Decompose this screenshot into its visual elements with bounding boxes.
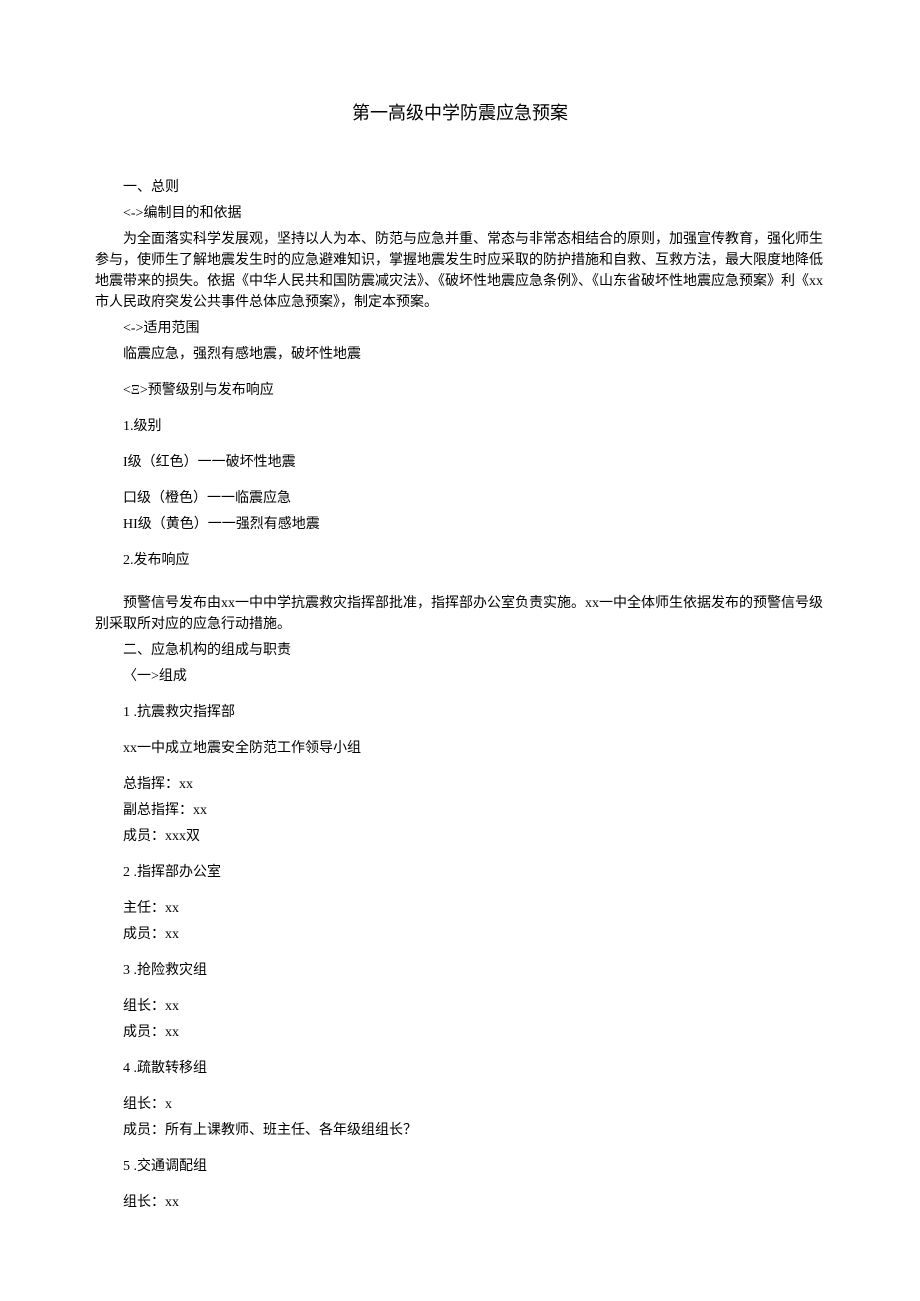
body-paragraph: 临震应急，强烈有感地震，破坏性地震 (95, 344, 825, 365)
body-paragraph: xx一中成立地震安全防范工作领导小组 (95, 738, 825, 759)
list-heading: 2.发布响应 (95, 550, 825, 571)
body-paragraph: 为全面落实科学发展观，坚持以人为本、防范与应急并重、常态与非常态相结合的原则，加… (95, 229, 825, 313)
list-item: 口级（橙色）一一临震应急 (95, 488, 825, 509)
personnel-line: 成员：xx (95, 1022, 825, 1043)
document-page: 第一高级中学防震应急预案 一、总则 <->编制目的和依据 为全面落实科学发展观，… (0, 0, 920, 1301)
subsection-heading: <->适用范围 (95, 318, 825, 339)
personnel-line: 成员：xx (95, 924, 825, 945)
personnel-line: 成员：xxx双 (95, 826, 825, 847)
page-title: 第一高级中学防震应急预案 (95, 100, 825, 127)
personnel-line: 副总指挥：xx (95, 800, 825, 821)
group-title: 3 .抢险救灾组 (95, 960, 825, 981)
list-item: I级（红色）一一破坏性地震 (95, 452, 825, 473)
group-title: 2 .指挥部办公室 (95, 862, 825, 883)
personnel-line: 成员：所有上课教师、班主任、各年级组组长？ (95, 1120, 825, 1141)
subsection-heading: 〈一>组成 (95, 666, 825, 687)
list-heading: 1.级别 (95, 416, 825, 437)
body-paragraph: 预警信号发布由xx一中中学抗震救灾指挥部批准，指挥部办公室负责实施。xx一中全体… (95, 593, 825, 635)
group-title: 4 .疏散转移组 (95, 1058, 825, 1079)
personnel-line: 组长：x (95, 1094, 825, 1115)
personnel-line: 组长：xx (95, 996, 825, 1017)
subsection-heading: <->编制目的和依据 (95, 203, 825, 224)
group-title: 1 .抗震救灾指挥部 (95, 702, 825, 723)
personnel-line: 总指挥：xx (95, 774, 825, 795)
personnel-line: 组长：xx (95, 1192, 825, 1213)
subsection-heading: <Ξ>预警级别与发布响应 (95, 380, 825, 401)
group-title: 5 .交通调配组 (95, 1156, 825, 1177)
section-heading: 一、总则 (95, 177, 825, 198)
personnel-line: 主任：xx (95, 898, 825, 919)
list-item: HI级（黄色）一一强烈有感地震 (95, 514, 825, 535)
section-heading: 二、应急机构的组成与职责 (95, 640, 825, 661)
